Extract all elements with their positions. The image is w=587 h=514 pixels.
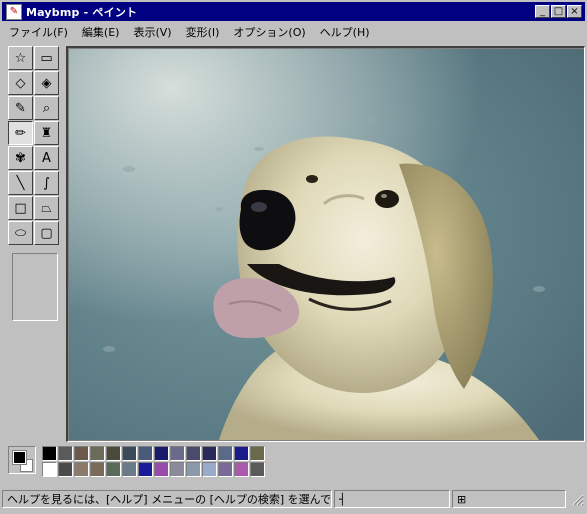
palette-swatch[interactable] <box>234 462 249 477</box>
rect-select-icon: ▭ <box>40 50 53 66</box>
rounded-rect-icon: ▢ <box>40 225 53 241</box>
rect-select-tool[interactable]: ▭ <box>34 46 59 70</box>
current-colors[interactable] <box>8 446 36 474</box>
rectangle-icon: □ <box>14 200 27 216</box>
brush-icon: ♜ <box>40 125 53 141</box>
tool-box: ☆ ▭ ◇ ◈ ✎ ⌕ ✏ ♜ ✾ A ╲ ∫ □ ⏢ ⬭ ▢ <box>8 46 62 442</box>
polygon-icon: ⏢ <box>41 200 52 216</box>
magnifier-icon: ⌕ <box>42 100 51 116</box>
palette-swatch[interactable] <box>90 446 105 461</box>
palette-swatch[interactable] <box>58 462 73 477</box>
color-picker-tool[interactable]: ✎ <box>8 96 33 120</box>
airbrush-icon: ✾ <box>15 150 26 166</box>
cursor-position-icon: ┤ <box>339 492 346 506</box>
paint-window: ✎ Maybmp - ペイント _ □ × ファイル(F) 編集(E) 表示(V… <box>0 0 587 514</box>
foreground-color <box>13 451 26 464</box>
palette-swatch[interactable] <box>90 462 105 477</box>
palette-swatch[interactable] <box>250 462 265 477</box>
palette-swatch[interactable] <box>154 446 169 461</box>
magnifier-tool[interactable]: ⌕ <box>34 96 59 120</box>
palette-swatch[interactable] <box>186 446 201 461</box>
palette-swatch[interactable] <box>202 446 217 461</box>
palette-swatch[interactable] <box>218 462 233 477</box>
menu-bar: ファイル(F) 編集(E) 表示(V) 変形(I) オプション(O) ヘルプ(H… <box>2 22 585 42</box>
palette-swatch[interactable] <box>250 446 265 461</box>
rectangle-tool[interactable]: □ <box>8 196 33 220</box>
palette-swatch[interactable] <box>138 462 153 477</box>
pencil-icon: ✏ <box>15 125 26 141</box>
text-tool[interactable]: A <box>34 146 59 170</box>
window-controls: _ □ × <box>535 5 582 18</box>
line-icon: ╲ <box>16 175 25 191</box>
selection-size-icon: ⊞ <box>457 492 467 506</box>
status-size: ⊞ <box>452 490 566 508</box>
status-help-text: ヘルプを見るには、[ヘルプ] メニューの [ヘルプの検索] を選んでください。 <box>2 490 332 508</box>
menu-help[interactable]: ヘルプ(H) <box>313 24 377 40</box>
pencil-tool[interactable]: ✏ <box>8 121 33 145</box>
airbrush-tool[interactable]: ✾ <box>8 146 33 170</box>
menu-image[interactable]: 変形(I) <box>179 24 227 40</box>
title-bar[interactable]: ✎ Maybmp - ペイント _ □ × <box>2 2 585 21</box>
palette-swatch[interactable] <box>106 462 121 477</box>
curve-icon: ∫ <box>43 175 50 191</box>
eraser-tool[interactable]: ◇ <box>8 71 33 95</box>
palette-swatches <box>42 446 265 480</box>
palette-swatch[interactable] <box>106 446 121 461</box>
text-icon: A <box>42 150 51 166</box>
status-bar: ヘルプを見るには、[ヘルプ] メニューの [ヘルプの検索] を選んでください。 … <box>2 488 585 510</box>
color-picker-icon: ✎ <box>15 100 26 116</box>
palette-swatch[interactable] <box>218 446 233 461</box>
maximize-button[interactable]: □ <box>551 5 566 18</box>
tool-options-panel[interactable] <box>12 253 58 321</box>
palette-swatch[interactable] <box>122 462 137 477</box>
menu-edit[interactable]: 編集(E) <box>75 24 127 40</box>
fill-tool[interactable]: ◈ <box>34 71 59 95</box>
resize-grip-icon[interactable] <box>570 492 584 506</box>
polygon-tool[interactable]: ⏢ <box>34 196 59 220</box>
ellipse-icon: ⬭ <box>14 225 27 241</box>
palette-swatch[interactable] <box>42 462 57 477</box>
status-position: ┤ <box>334 490 450 508</box>
free-form-select-tool[interactable]: ☆ <box>8 46 33 70</box>
palette-swatch[interactable] <box>154 462 169 477</box>
close-button[interactable]: × <box>567 5 582 18</box>
palette-swatch[interactable] <box>42 446 57 461</box>
palette-swatch[interactable] <box>74 462 89 477</box>
canvas-area[interactable] <box>66 46 585 442</box>
palette-swatch[interactable] <box>74 446 89 461</box>
color-palette <box>8 446 308 480</box>
rounded-rect-tool[interactable]: ▢ <box>34 221 59 245</box>
palette-swatch[interactable] <box>138 446 153 461</box>
menu-view[interactable]: 表示(V) <box>126 24 178 40</box>
ellipse-tool[interactable]: ⬭ <box>8 221 33 245</box>
menu-options[interactable]: オプション(O) <box>226 24 312 40</box>
dog-photo[interactable] <box>69 49 584 440</box>
eraser-icon: ◇ <box>15 75 26 91</box>
minimize-button[interactable]: _ <box>535 5 550 18</box>
palette-swatch[interactable] <box>170 446 185 461</box>
free-form-select-icon: ☆ <box>14 50 27 66</box>
paint-app-icon[interactable]: ✎ <box>6 3 22 20</box>
palette-swatch[interactable] <box>122 446 137 461</box>
window-title: Maybmp - ペイント <box>26 5 138 19</box>
fill-icon: ◈ <box>41 75 52 91</box>
line-tool[interactable]: ╲ <box>8 171 33 195</box>
palette-swatch[interactable] <box>170 462 185 477</box>
palette-swatch[interactable] <box>58 446 73 461</box>
palette-swatch[interactable] <box>186 462 201 477</box>
palette-swatch[interactable] <box>234 446 249 461</box>
brush-tool[interactable]: ♜ <box>34 121 59 145</box>
menu-file[interactable]: ファイル(F) <box>2 24 75 40</box>
curve-tool[interactable]: ∫ <box>34 171 59 195</box>
palette-swatch[interactable] <box>202 462 217 477</box>
tool-grid: ☆ ▭ ◇ ◈ ✎ ⌕ ✏ ♜ ✾ A ╲ ∫ □ ⏢ ⬭ ▢ <box>8 46 62 245</box>
